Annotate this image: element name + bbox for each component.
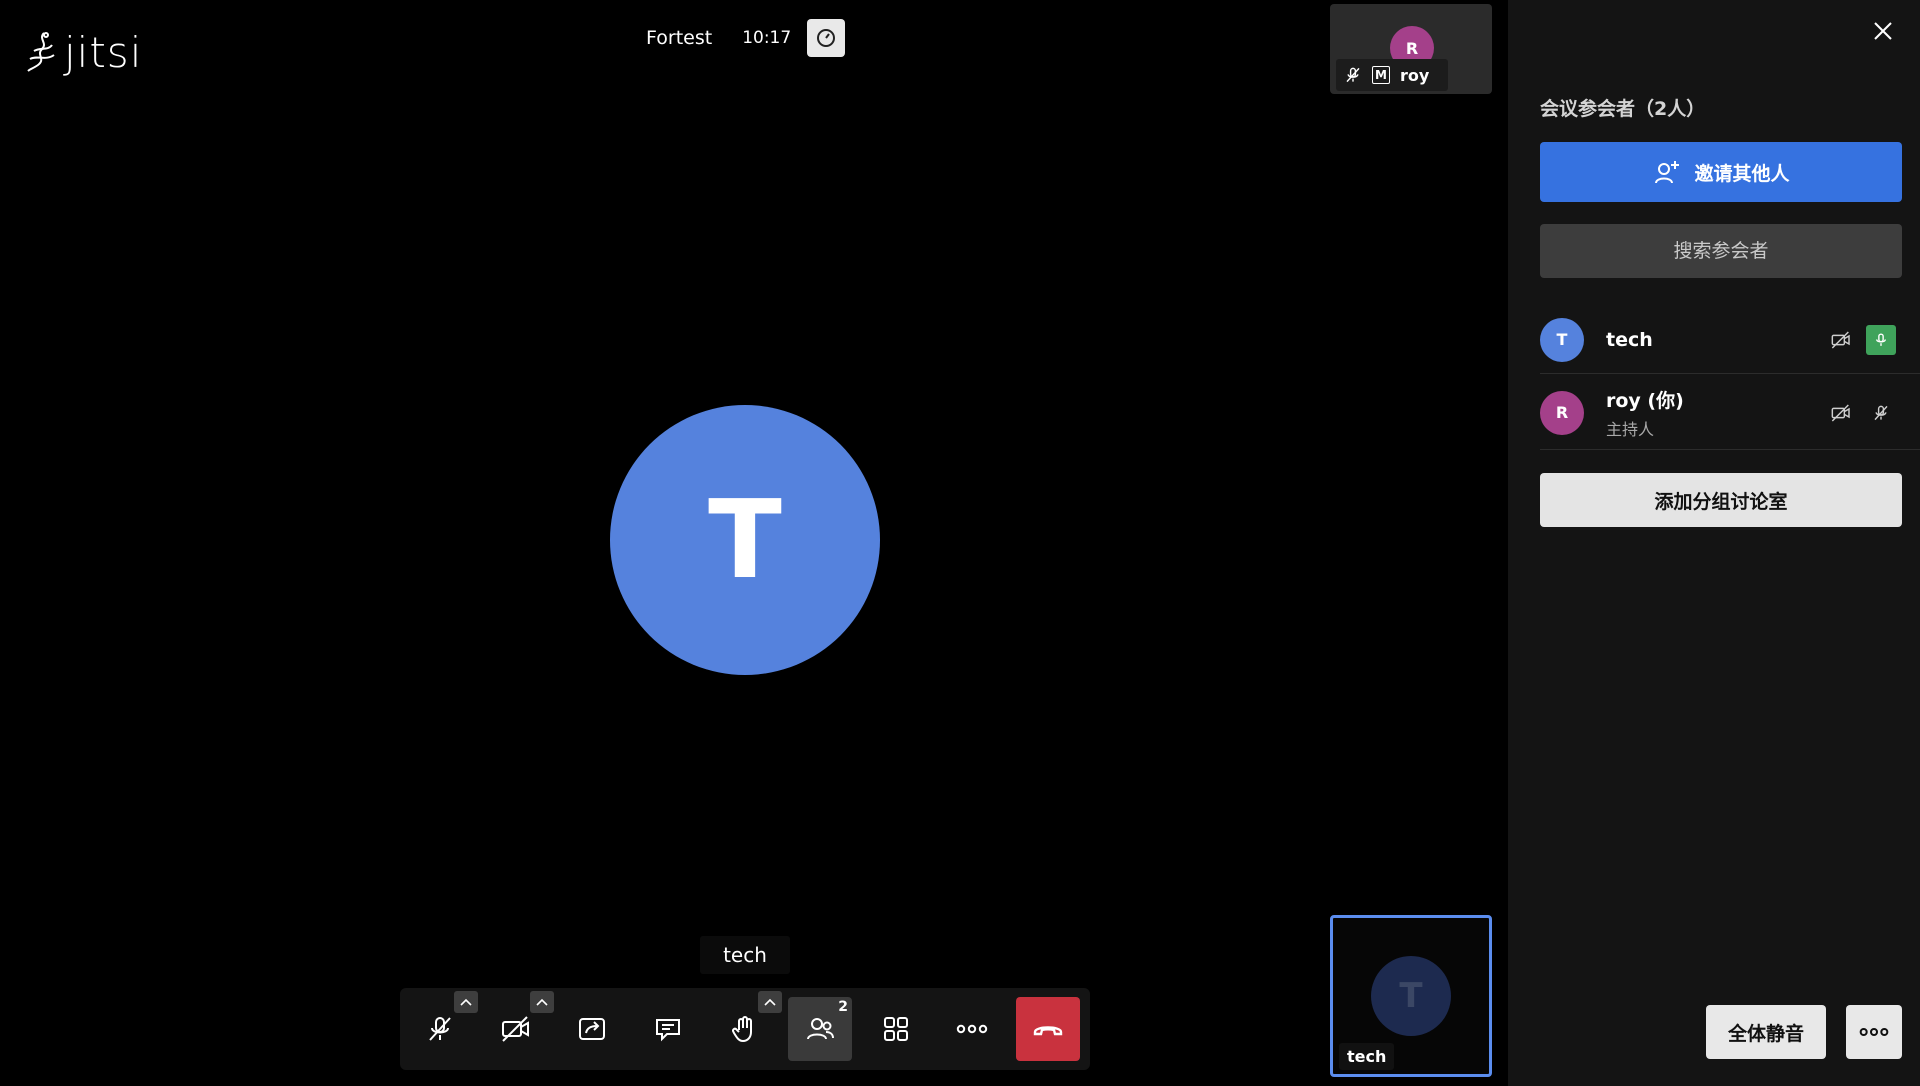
chevron-up-icon <box>764 998 776 1006</box>
local-participant-thumbnail[interactable]: R M roy <box>1330 4 1492 94</box>
main-toolbar: 2 <box>400 988 1090 1070</box>
audio-settings-caret[interactable] <box>454 991 478 1013</box>
dominant-speaker-name: tech <box>700 936 790 974</box>
more-dots-icon <box>956 1024 988 1034</box>
share-screen-button[interactable] <box>560 997 624 1061</box>
jitsi-logo[interactable]: jitsi <box>24 28 142 77</box>
invite-button[interactable]: 邀请其他人 <box>1540 142 1902 202</box>
grid-icon <box>884 1017 908 1041</box>
participant-name: roy (你) <box>1606 389 1684 412</box>
panel-more-button[interactable] <box>1846 1005 1902 1059</box>
meeting-name: Fortest <box>646 27 713 49</box>
dominant-speaker-initial: T <box>708 477 782 603</box>
chat-icon <box>656 1019 680 1042</box>
local-participant-name: roy <box>1400 65 1430 85</box>
more-actions-button[interactable] <box>940 997 1004 1061</box>
add-breakout-room-button[interactable]: 添加分组讨论室 <box>1540 473 1902 527</box>
participant-mic-status <box>1866 324 1896 355</box>
microphone-muted-icon <box>1874 405 1888 420</box>
remote-participant-avatar: T <box>1371 956 1451 1036</box>
participants-count-badge: 2 <box>838 999 848 1015</box>
microphone-muted-icon <box>1346 67 1360 83</box>
participant-status-icons <box>1826 398 1896 428</box>
jitsi-logo-icon <box>24 29 58 77</box>
close-icon <box>1874 22 1892 40</box>
participant-role: 主持人 <box>1606 419 1655 439</box>
chat-button[interactable] <box>636 997 700 1061</box>
participant-info: tech <box>1606 329 1826 351</box>
moderator-badge: M <box>1372 66 1390 84</box>
jitsi-logo-text: jitsi <box>64 28 143 77</box>
chevron-up-icon <box>536 998 548 1006</box>
participants-button[interactable]: 2 <box>788 997 852 1061</box>
participant-avatar: T <box>1540 317 1584 362</box>
invite-button-label: 邀请其他人 <box>1694 162 1790 185</box>
participant-info: roy (你) 主持人 <box>1606 386 1826 440</box>
participant-initial: T <box>1556 330 1568 349</box>
participant-name: tech <box>1606 328 1653 351</box>
camera-button[interactable] <box>484 991 554 1061</box>
search-participants-input[interactable] <box>1540 224 1902 278</box>
hand-icon <box>732 1016 752 1043</box>
participants-icon <box>807 1018 834 1040</box>
camera-off-icon <box>1831 330 1850 349</box>
video-settings-caret[interactable] <box>530 991 554 1013</box>
panel-title: 会议参会者（2人） <box>1540 98 1706 120</box>
local-participant-indicators: M roy <box>1336 59 1448 91</box>
participant-row[interactable]: T tech <box>1540 306 1920 374</box>
more-dots-icon <box>1859 1027 1889 1037</box>
jitsi-meeting-app: jitsi Fortest 10:17 T tech 2 R M roy T t… <box>0 0 1920 1086</box>
tile-view-button[interactable] <box>864 997 928 1061</box>
mute-all-button[interactable]: 全体静音 <box>1706 1005 1826 1059</box>
participant-avatar: R <box>1540 390 1584 435</box>
conference-info-bar: Fortest 10:17 <box>646 18 846 58</box>
participants-panel: 会议参会者（2人） 邀请其他人 T tech <box>1508 0 1920 1086</box>
participant-status-icons <box>1826 324 1896 355</box>
remote-participant-thumbnail[interactable]: T tech <box>1330 915 1492 1077</box>
leave-meeting-button[interactable] <box>1016 997 1080 1061</box>
participant-mic-status <box>1866 398 1896 428</box>
camera-off-icon <box>502 1016 529 1042</box>
meeting-timer: 10:17 <box>742 28 792 48</box>
close-panel-button[interactable] <box>1868 16 1898 46</box>
hangup-icon <box>1033 1026 1063 1036</box>
reactions-caret[interactable] <box>758 991 782 1013</box>
participant-initial: R <box>1555 403 1569 422</box>
connection-stats-button[interactable] <box>807 19 846 57</box>
local-participant-initial: R <box>1405 38 1419 58</box>
microphone-button[interactable] <box>408 991 478 1061</box>
participant-camera-status <box>1826 398 1856 428</box>
participant-row[interactable]: R roy (你) 主持人 <box>1540 376 1920 450</box>
dominant-speaker-avatar: T <box>610 405 880 675</box>
chevron-up-icon <box>460 998 472 1006</box>
microphone-icon <box>1876 332 1886 346</box>
remote-participant-name: tech <box>1339 1043 1395 1070</box>
video-stage: jitsi Fortest 10:17 T tech 2 R M roy T t… <box>0 0 1508 1086</box>
remote-participant-initial: T <box>1399 976 1423 1016</box>
gauge-icon <box>817 29 836 47</box>
add-person-icon <box>1655 161 1680 184</box>
raise-hand-button[interactable] <box>712 991 782 1061</box>
camera-off-icon <box>1831 403 1850 422</box>
share-screen-icon <box>579 1018 605 1040</box>
microphone-muted-icon <box>429 1017 451 1041</box>
participant-camera-status <box>1826 325 1856 355</box>
